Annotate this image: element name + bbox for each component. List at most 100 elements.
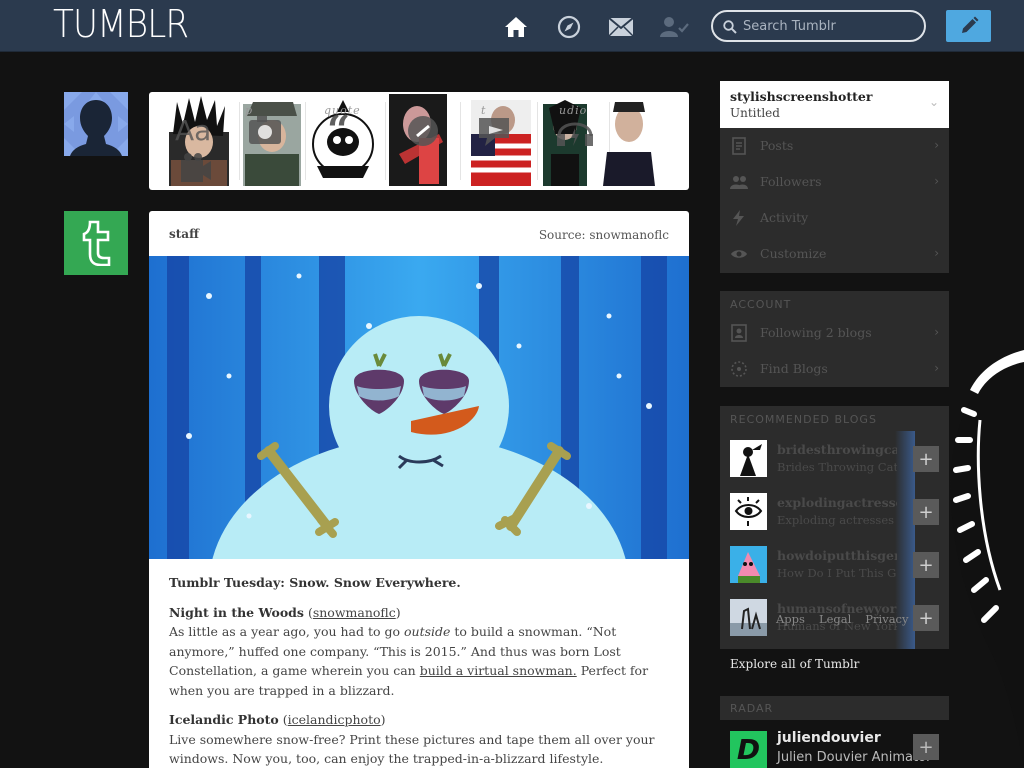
post-body: Tumblr Tuesday: Snow. Snow Everywhere. N… <box>149 559 689 768</box>
follow-button[interactable]: + <box>913 605 939 631</box>
mail-icon[interactable] <box>608 14 634 40</box>
compose-button[interactable] <box>946 10 991 42</box>
post-title: Tumblr Tuesday: Snow. Snow Everywhere. <box>169 575 461 590</box>
section-title: ACCOUNT <box>730 298 792 311</box>
person-check-icon[interactable] <box>660 14 690 40</box>
list-item[interactable]: explodingactresses Exploding actresses + <box>720 493 949 546</box>
background-illustration <box>950 350 1024 768</box>
radar-blog-title: Julien Douvier Animator <box>777 750 932 765</box>
activity-icon <box>733 210 744 226</box>
chat-post-icon[interactable] <box>477 114 517 152</box>
radar-title: RADAR <box>720 696 949 720</box>
chevron-right-icon: › <box>934 174 939 188</box>
blog-avatar[interactable] <box>730 440 767 477</box>
text-post-icon[interactable]: Aa <box>171 114 215 148</box>
sidebar-item-label: Customize <box>760 246 827 261</box>
radar-blog-name[interactable]: juliendouvier <box>777 730 881 746</box>
post-author[interactable]: staff <box>169 227 199 241</box>
explore-link[interactable]: Explore all of Tumblr <box>730 657 859 671</box>
post-text-emphasis: outside <box>404 624 451 639</box>
sidebar-item-label: Following 2 blogs <box>760 325 872 340</box>
snowman-image[interactable] <box>149 256 689 559</box>
blog-title: How Do I Put This Gently <box>777 566 897 580</box>
follow-button[interactable]: + <box>913 552 939 578</box>
staff-avatar[interactable] <box>64 211 128 275</box>
list-item[interactable]: bridesthrowingcats Brides Throwing Cats … <box>720 440 949 493</box>
follow-button[interactable]: + <box>913 446 939 472</box>
blog-name[interactable]: explodingactresses <box>777 495 897 510</box>
blog-name: stylishscreenshotter <box>730 89 873 104</box>
chevron-right-icon: › <box>934 138 939 152</box>
footer-link-legal[interactable]: Legal <box>819 612 851 626</box>
blog-header[interactable]: stylishscreenshotter Untitled ⌄ <box>720 81 949 128</box>
eye-icon <box>731 250 747 258</box>
sidebar-item-find-blogs[interactable]: Find Blogs › <box>720 351 949 387</box>
radar-blog-avatar[interactable]: D <box>730 731 767 768</box>
user-avatar[interactable] <box>64 92 128 156</box>
blog-title: Untitled <box>730 106 780 120</box>
following-icon <box>731 324 747 342</box>
section-heading: Icelandic Photo <box>169 712 279 727</box>
blog-title: Brides Throwing Cats <box>777 460 897 474</box>
blog-name[interactable]: bridesthrowingcats <box>777 442 897 457</box>
footer-links: Apps Legal Privacy <box>776 612 909 626</box>
sidebar-item-label: Posts <box>760 138 794 153</box>
post-paragraph: Icelandic Photo (icelandicphoto) Live so… <box>169 712 655 767</box>
top-nav-bar: TUMBLR <box>0 0 1024 52</box>
search-input[interactable] <box>743 17 918 35</box>
compass-icon[interactable] <box>556 14 582 40</box>
blog-avatar[interactable] <box>730 493 767 530</box>
sidebar-item-customize[interactable]: Customize › <box>720 236 949 272</box>
blog-link[interactable]: snowmanoflc <box>313 605 396 620</box>
post-text: Live somewhere snow-free? Print these pi… <box>169 731 655 767</box>
sidebar-item-activity[interactable]: Activity <box>720 200 949 236</box>
chevron-right-icon: › <box>934 325 939 339</box>
section-title: RECOMMENDED BLOGS <box>730 413 877 426</box>
sidebar-item-label: Activity <box>760 210 809 225</box>
find-blogs-icon <box>731 361 747 377</box>
svg-text:Aa: Aa <box>175 114 211 144</box>
posts-icon <box>732 137 746 155</box>
svg-text:“: “ <box>327 114 350 144</box>
post-type-selector: Aa p quote “ t udio <box>149 92 689 190</box>
sidebar-item-following[interactable]: Following 2 blogs › <box>720 315 949 351</box>
post-paragraph: Night in the Woods (snowmanoflc) As litt… <box>169 604 649 698</box>
tumblr-logo[interactable]: TUMBLR <box>53 2 189 46</box>
tumblr-t-icon <box>82 220 111 266</box>
search-box[interactable] <box>711 10 926 42</box>
blog-avatar[interactable] <box>730 599 767 636</box>
sidebar-item-label: Followers <box>760 174 822 189</box>
home-icon[interactable] <box>503 14 529 40</box>
sidebar-item-followers[interactable]: Followers › <box>720 164 949 200</box>
blog-title: Exploding actresses <box>777 513 895 527</box>
post-source[interactable]: Source: snowmanoflc <box>539 228 669 242</box>
blog-avatar[interactable] <box>730 546 767 583</box>
list-item[interactable]: howdoiputthisgently How Do I Put This Ge… <box>720 546 949 599</box>
footer-link-apps[interactable]: Apps <box>776 612 805 626</box>
follow-button[interactable]: + <box>913 499 939 525</box>
photo-post-icon[interactable] <box>247 114 283 150</box>
sidebar-item-posts[interactable]: Posts › <box>720 128 949 164</box>
quote-post-icon[interactable]: “ <box>325 107 365 154</box>
pencil-icon <box>961 16 978 33</box>
video-post-icon[interactable] <box>179 152 213 188</box>
chevron-right-icon: › <box>934 361 939 375</box>
post-header: staff Source: snowmanoflc <box>149 211 689 256</box>
audio-post-icon[interactable] <box>555 114 595 152</box>
inline-link[interactable]: build a virtual snowman. <box>420 663 577 678</box>
blog-name[interactable]: howdoiputthisgently <box>777 548 897 563</box>
chevron-down-icon: ⌄ <box>928 95 939 109</box>
search-icon <box>723 19 737 38</box>
sidebar-item-label: Find Blogs <box>760 361 828 376</box>
link-post-icon[interactable] <box>403 114 443 152</box>
blog-link[interactable]: icelandicphoto <box>288 712 381 727</box>
dashboard-post: staff Source: snowmanoflc Tumblr Tuesday… <box>149 211 689 768</box>
radar-item[interactable]: D juliendouvier Julien Douvier Animator … <box>720 727 949 768</box>
post-text: As little as a year ago, you had to go <box>169 624 404 639</box>
chevron-right-icon: › <box>934 246 939 260</box>
section-heading: Night in the Woods <box>169 604 304 620</box>
footer-link-privacy[interactable]: Privacy <box>865 612 908 626</box>
follow-button[interactable]: + <box>913 734 939 760</box>
account-menu: ACCOUNT Following 2 blogs › Find Blogs › <box>720 291 949 387</box>
blog-menu: stylishscreenshotter Untitled ⌄ Posts › … <box>720 81 949 273</box>
